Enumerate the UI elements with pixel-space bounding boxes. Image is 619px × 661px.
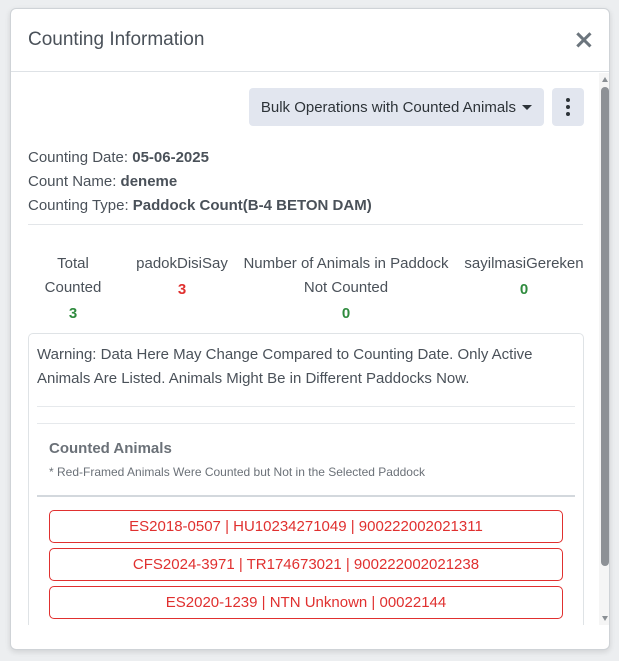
scrollbar[interactable] xyxy=(599,73,609,625)
modal-body[interactable]: Bulk Operations with Counted Animals Cou… xyxy=(11,73,601,625)
close-icon[interactable]: × xyxy=(573,27,595,53)
counting-date-label: Counting Date: xyxy=(28,149,133,166)
stats-row: Total Counted 3 padokDisiSay 3 Number of… xyxy=(27,252,584,322)
stat-label: Number of Animals in Paddock xyxy=(243,255,449,272)
counting-type-row: Counting Type: Paddock Count(B-4 BETON D… xyxy=(28,194,372,218)
stat-label: padokDisiSay xyxy=(136,255,228,272)
stat-value: 3 xyxy=(68,305,78,322)
warning-text: Warning: Data Here May Change Compared t… xyxy=(37,346,533,387)
divider xyxy=(37,423,575,424)
bulk-operations-button[interactable]: Bulk Operations with Counted Animals xyxy=(248,88,544,126)
scrollbar-thumb[interactable] xyxy=(601,87,609,566)
scroll-up-arrow-icon[interactable] xyxy=(602,77,608,82)
stat-value: 0 xyxy=(519,281,529,298)
counted-animals-note: * Red-Framed Animals Were Counted but No… xyxy=(49,465,425,479)
stat-value: 0 xyxy=(341,305,351,322)
stat-label: Total xyxy=(57,255,89,272)
stat-sayilmasi-gereken: sayilmasiGereken 0 xyxy=(457,252,591,302)
stat-padok-disi-say: padokDisiSay 3 xyxy=(121,252,243,302)
counting-date-value: 05-06-2025 xyxy=(132,149,209,166)
count-name-row: Count Name: deneme xyxy=(28,170,372,194)
modal-title: Counting Information xyxy=(28,29,205,50)
divider xyxy=(28,224,583,225)
counting-type-label: Counting Type: xyxy=(28,197,133,214)
stat-value: 3 xyxy=(177,281,187,298)
stat-label: sayilmasiGereken xyxy=(464,255,584,272)
counting-info-modal: Counting Information × Bulk Operations w… xyxy=(10,8,610,650)
stat-not-counted: Number of Animals in Paddock Not Counted… xyxy=(233,252,459,326)
animal-item[interactable]: ES2020-1239 | NTN Unknown | 00022144 xyxy=(49,586,563,619)
stat-total-counted: Total Counted 3 xyxy=(27,252,119,326)
counting-details: Counting Date: 05-06-2025 Count Name: de… xyxy=(28,146,372,218)
scroll-down-arrow-icon[interactable] xyxy=(602,616,608,621)
animals-card: Warning: Data Here May Change Compared t… xyxy=(28,333,584,625)
stat-label: Not Counted xyxy=(303,279,389,296)
caret-down-icon xyxy=(522,104,532,110)
kebab-dot-icon xyxy=(566,98,570,102)
counting-type-value: Paddock Count(B-4 BETON DAM) xyxy=(132,197,372,214)
divider xyxy=(37,406,575,407)
counting-date-row: Counting Date: 05-06-2025 xyxy=(28,146,372,170)
animal-item[interactable]: ES2018-0507 | HU10234271049 | 9002220020… xyxy=(49,510,563,543)
stat-label: Counted xyxy=(44,279,102,296)
animal-item[interactable]: CFS2024-3971 | TR174673021 | 90022200202… xyxy=(49,548,563,581)
count-name-value: deneme xyxy=(120,173,178,190)
more-options-button[interactable] xyxy=(552,88,584,126)
kebab-dot-icon xyxy=(566,112,570,116)
counted-animals-title: Counted Animals xyxy=(49,440,172,457)
bulk-operations-label: Bulk Operations with Counted Animals xyxy=(260,98,516,116)
kebab-dot-icon xyxy=(566,105,570,109)
toolbar: Bulk Operations with Counted Animals xyxy=(248,88,584,126)
modal-header: Counting Information × xyxy=(11,9,609,72)
count-name-label: Count Name: xyxy=(28,173,121,190)
divider xyxy=(37,495,575,497)
